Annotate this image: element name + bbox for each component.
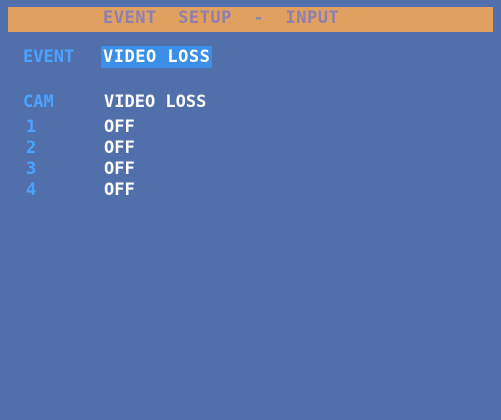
- cam-4-video-loss-setting[interactable]: OFF: [104, 180, 135, 200]
- cam-number-4: 4: [26, 180, 37, 200]
- cam-number-1: 1: [26, 117, 37, 137]
- cam-number-3: 3: [26, 159, 37, 179]
- cam-2-video-loss-setting[interactable]: OFF: [104, 138, 135, 158]
- osd-screen: EVENT SETUP - INPUT EVENT VIDEO LOSS CAM…: [0, 0, 501, 420]
- page-title: EVENT SETUP - INPUT: [103, 8, 340, 28]
- event-label: EVENT: [23, 47, 75, 67]
- cam-number-2: 2: [26, 138, 37, 158]
- event-type-selector[interactable]: VIDEO LOSS: [101, 46, 213, 68]
- cam-column-header: CAM: [23, 92, 54, 112]
- cam-1-video-loss-setting[interactable]: OFF: [104, 117, 135, 137]
- cam-3-video-loss-setting[interactable]: OFF: [104, 159, 135, 179]
- title-bar: EVENT SETUP - INPUT: [8, 7, 493, 32]
- video-loss-column-header: VIDEO LOSS: [104, 92, 207, 112]
